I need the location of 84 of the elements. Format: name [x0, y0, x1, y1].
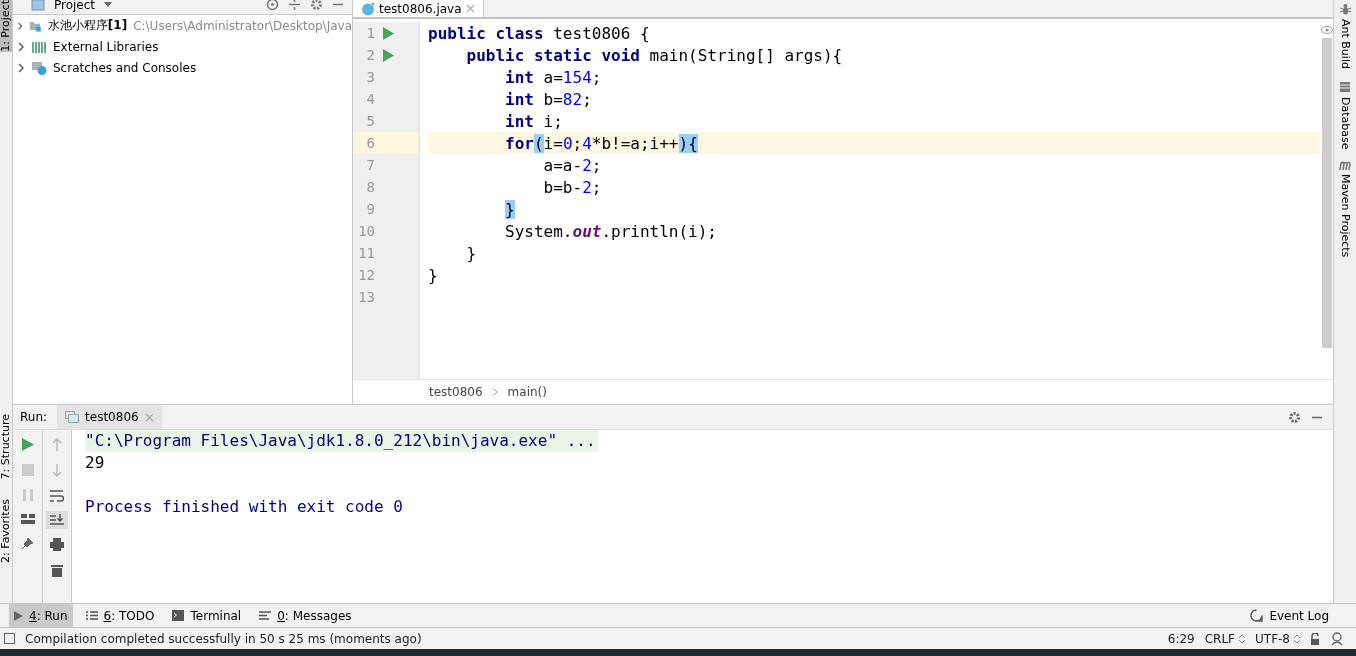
terminal-icon: [172, 610, 185, 621]
up-down-arrow-icon: [1239, 633, 1245, 644]
line-number: 4: [365, 91, 375, 107]
breadcrumb[interactable]: test0806: [429, 385, 483, 399]
chevron-icon: [492, 388, 498, 396]
locate-icon[interactable]: [266, 0, 279, 11]
run-tab[interactable]: test0806: [57, 405, 162, 429]
code-line: a=a-2;: [542, 155, 602, 175]
status-message: Compilation completed successfully in 50 s 25 ms (moments ago): [25, 631, 422, 646]
tree-item[interactable]: Scratches and Consoles: [53, 60, 197, 75]
maven-icon: [1339, 161, 1351, 171]
tool-window-button[interactable]: 6: TODO: [80, 604, 160, 627]
tool-window-button[interactable]: 4: Run: [9, 604, 73, 627]
soft-wrap-icon[interactable]: [50, 490, 64, 502]
line-number: 12: [357, 267, 375, 283]
tool-window-tab[interactable]: Ant Build: [1338, 19, 1352, 69]
line-number: 11: [357, 245, 375, 261]
tool-window-button[interactable]: Terminal: [167, 604, 247, 627]
code-line: int a=154;: [504, 67, 602, 87]
settings-icon[interactable]: [310, 0, 323, 11]
line-number: 7: [365, 157, 375, 173]
java-class-icon: [361, 1, 375, 16]
tree-item[interactable]: External Libraries: [53, 39, 159, 54]
tree-item[interactable]: 水池小程序[1]: [47, 17, 128, 34]
tool-window-button[interactable]: 0: Messages: [254, 604, 357, 627]
line-number: 6: [365, 135, 375, 151]
play-icon: [14, 610, 23, 621]
ant-icon: [1339, 3, 1351, 15]
code-line: b=b-2;: [542, 177, 602, 197]
code-line: public class test0806 {: [428, 23, 650, 43]
code-line: public static void main(String[] args){: [465, 45, 843, 65]
collapse-icon[interactable]: [288, 0, 301, 11]
code-line: System.out.println(i);: [504, 221, 717, 241]
window-icon: [65, 411, 80, 423]
cursor-position[interactable]: 6:29: [1167, 631, 1195, 646]
run-label: Run:: [20, 410, 48, 424]
code-line: }: [428, 265, 438, 285]
line-separator-selector[interactable]: CRLF: [1204, 631, 1245, 646]
database-icon: [1340, 80, 1350, 93]
console-line: Process finished with exit code 0: [85, 496, 404, 518]
trash-icon[interactable]: [51, 564, 63, 577]
line-number: 9: [365, 201, 375, 217]
line-number: 13: [357, 289, 375, 305]
line-number: 5: [365, 113, 375, 129]
layout-icon[interactable]: [20, 514, 35, 524]
lock-icon[interactable]: [1310, 632, 1320, 645]
scratches-icon: [31, 60, 47, 75]
panel-title[interactable]: Project: [54, 0, 96, 12]
breadcrumb[interactable]: main(): [507, 385, 547, 399]
eye-icon[interactable]: [1321, 26, 1333, 34]
line-number: 10: [357, 223, 375, 239]
close-icon[interactable]: [465, 4, 475, 13]
line-number: 3: [365, 69, 375, 85]
event-log-button[interactable]: Event Log: [1245, 604, 1334, 627]
path-label: C:\Users\Administrator\Desktop\Java: [133, 18, 352, 33]
library-icon: [31, 39, 47, 54]
tool-window-tab[interactable]: Maven Projects: [1338, 174, 1352, 258]
scroll-to-end-button[interactable]: [46, 511, 68, 529]
code-line: for(i=0;4*b!=a;i++){: [504, 133, 698, 153]
up-down-arrow-icon: [1294, 633, 1300, 644]
folder-icon: [31, 0, 45, 11]
line-number: 2: [365, 47, 375, 63]
messages-icon: [259, 611, 272, 620]
run-icon[interactable]: [382, 26, 394, 40]
dropdown-caret-icon[interactable]: [104, 1, 113, 8]
code-line: }: [465, 243, 477, 263]
pin-icon[interactable]: [21, 537, 34, 550]
line-number: 8: [365, 179, 375, 195]
code-line: int i;: [504, 111, 563, 131]
scrollbar[interactable]: [1322, 38, 1332, 348]
inspector-icon[interactable]: [1330, 631, 1344, 646]
console-line: 29: [85, 452, 106, 474]
file-tab[interactable]: test0806.java: [353, 0, 484, 17]
file-name: test0806.java: [379, 1, 462, 16]
line-number: 1: [365, 25, 375, 41]
tool-window-tab[interactable]: Database: [1338, 96, 1352, 150]
run-icon[interactable]: [382, 48, 394, 62]
toggle-panels-icon[interactable]: [4, 633, 15, 644]
list-icon: [85, 611, 98, 620]
encoding-selector[interactable]: UTF-8: [1255, 631, 1300, 646]
settings-icon[interactable]: [1288, 410, 1301, 424]
print-icon[interactable]: [50, 538, 64, 551]
code-line: int b=82;: [504, 89, 592, 109]
run-icon[interactable]: [21, 438, 34, 451]
